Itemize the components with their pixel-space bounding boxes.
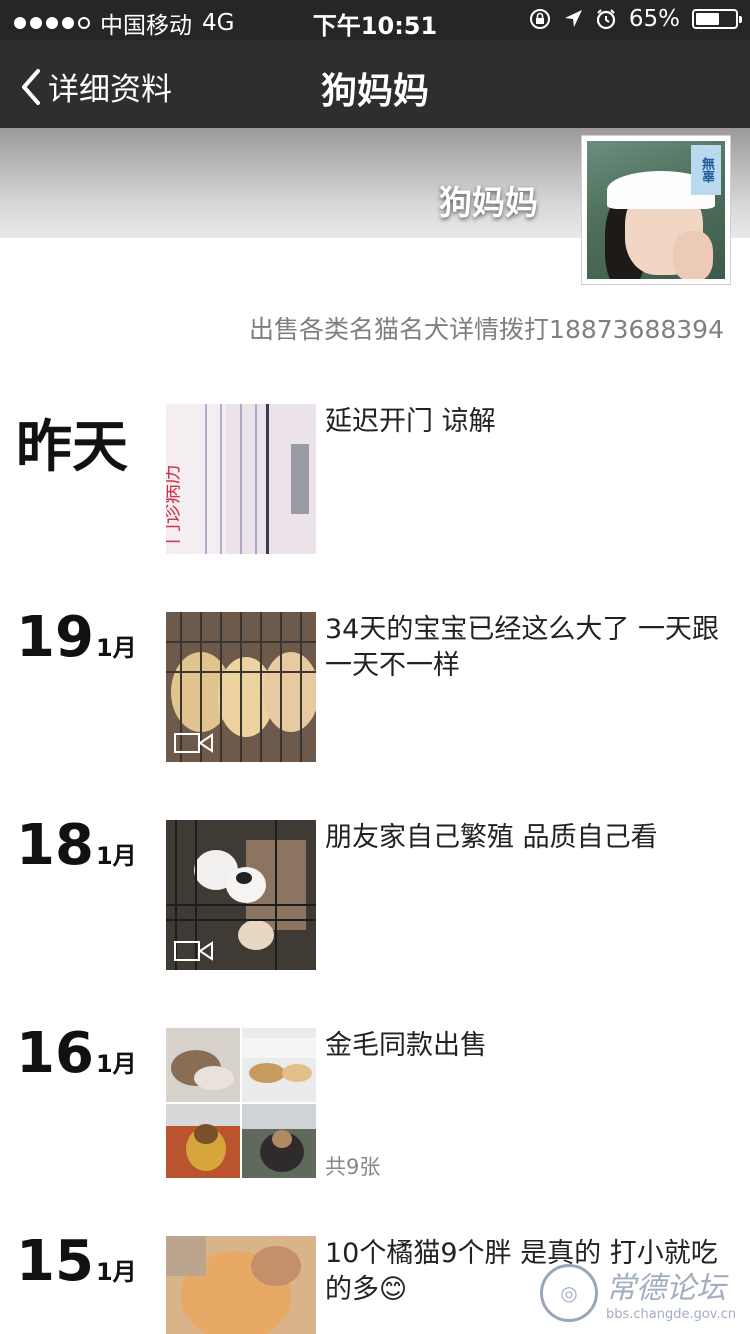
post-date: 151月 bbox=[16, 1229, 137, 1294]
avatar-image: 無辜 bbox=[587, 141, 725, 279]
status-bar: 中国移动 4G 下午10:51 65% bbox=[0, 0, 750, 40]
post-caption: 34天的宝宝已经这么大了 一天跟一天不一样 bbox=[325, 614, 719, 681]
moment-post[interactable]: 161月 金毛同款出售 共9张 bbox=[0, 1021, 750, 1181]
post-video-thumbnail[interactable] bbox=[166, 820, 316, 970]
navigation-bar: 详细资料 狗妈妈 bbox=[0, 40, 750, 128]
puppy-photo[interactable] bbox=[242, 1028, 316, 1102]
video-icon bbox=[174, 733, 213, 753]
post-image-grid[interactable] bbox=[166, 1028, 316, 1178]
puppy-photo[interactable] bbox=[166, 1104, 240, 1178]
post-date: 161月 bbox=[16, 1021, 137, 1086]
video-icon bbox=[174, 941, 213, 961]
puppy-photo[interactable] bbox=[166, 1028, 240, 1102]
avatar-tag: 無辜 bbox=[691, 145, 721, 195]
watermark-text: 常德论坛 bbox=[605, 1271, 726, 1306]
watermark-logo-icon: ◎ bbox=[539, 1263, 598, 1322]
watermark: ◎ 常德论坛 bbs.changde.gov.cn bbox=[539, 1263, 736, 1322]
watermark-url: bbs.changde.gov.cn bbox=[605, 1307, 736, 1322]
post-caption: 延迟开门 谅解 bbox=[325, 406, 496, 437]
moment-post[interactable]: 191月 34天的宝宝已经这么大了 一天跟一天不一样 bbox=[0, 605, 750, 765]
moment-post[interactable]: 181月 朋友家自己繁殖 品质自己看 bbox=[0, 813, 750, 973]
avatar[interactable]: 無辜 bbox=[581, 135, 731, 285]
battery-percent: 65% bbox=[628, 6, 680, 32]
cat-image bbox=[166, 1236, 316, 1334]
alarm-clock-icon bbox=[596, 9, 615, 30]
moment-post[interactable]: 昨天 门诊病历 延迟开门 谅解 bbox=[0, 400, 750, 560]
battery-icon bbox=[692, 9, 742, 29]
page-title: 狗妈妈 bbox=[320, 71, 429, 112]
post-thumbnail[interactable]: 门诊病历 bbox=[166, 404, 316, 554]
post-caption: 朋友家自己繁殖 品质自己看 bbox=[325, 822, 658, 853]
post-thumbnail[interactable] bbox=[166, 1236, 316, 1334]
post-caption: 金毛同款出售 bbox=[325, 1030, 487, 1061]
medical-record-image: 门诊病历 bbox=[166, 404, 316, 554]
post-date: 191月 bbox=[16, 605, 137, 670]
status-right: 65% bbox=[529, 6, 742, 32]
photo-count: 共9张 bbox=[325, 1155, 381, 1179]
rotation-lock-icon bbox=[529, 9, 550, 29]
profile-name: 狗妈妈 bbox=[439, 183, 538, 222]
post-date: 181月 bbox=[16, 813, 137, 878]
post-video-thumbnail[interactable] bbox=[166, 612, 316, 762]
svg-text:门诊病历: 门诊病历 bbox=[166, 464, 183, 544]
post-date: 昨天 bbox=[16, 415, 128, 480]
profile-signature: 出售各类名猫名犬详情拨打18873688394 bbox=[249, 315, 724, 344]
puppy-photo[interactable] bbox=[242, 1104, 316, 1178]
location-arrow-icon bbox=[564, 10, 582, 27]
